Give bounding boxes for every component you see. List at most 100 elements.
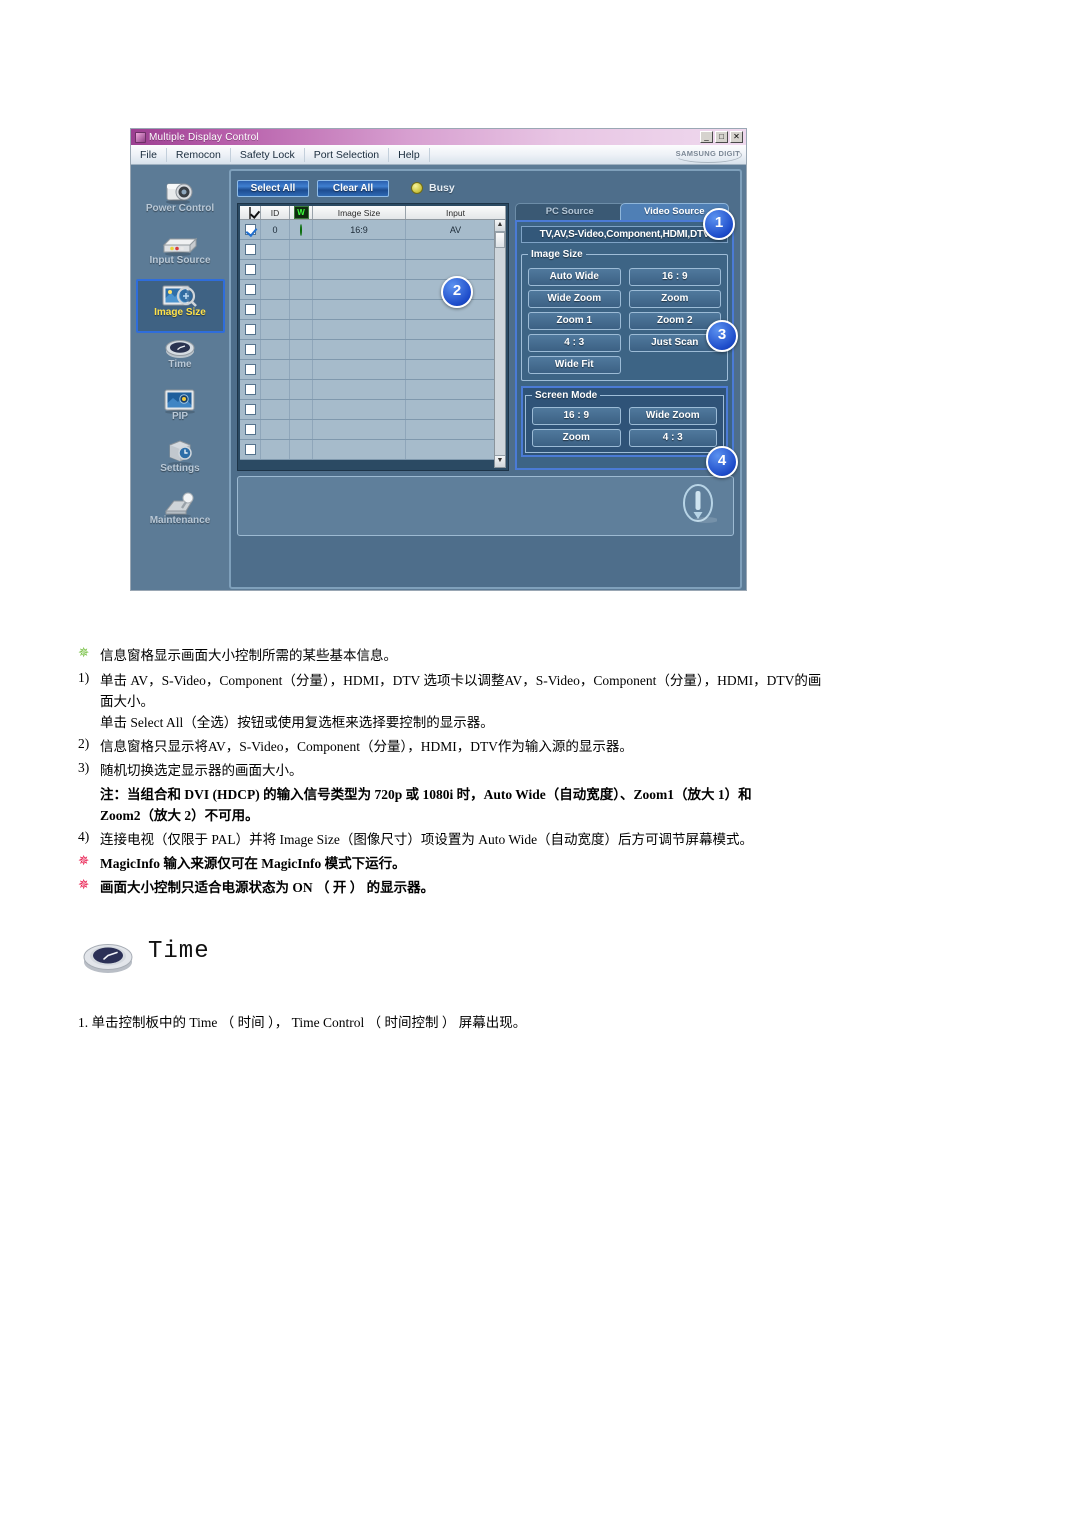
- row-power-cell: [289, 339, 313, 360]
- row-checkbox-icon[interactable]: [244, 444, 256, 455]
- menu-item-help[interactable]: Help: [389, 147, 430, 162]
- row-checkbox-icon[interactable]: [244, 364, 256, 375]
- multiple-display-control-window: Multiple Display Control _ □ ✕ File Remo…: [130, 128, 747, 591]
- row-checkbox-cell[interactable]: [240, 439, 261, 460]
- row-checkbox-cell[interactable]: [240, 399, 261, 420]
- row-checkbox-icon[interactable]: [244, 344, 256, 355]
- row-checkbox-cell[interactable]: [240, 379, 261, 400]
- row-checkbox-cell[interactable]: [240, 339, 261, 360]
- sidebar-item-image-size[interactable]: Image Size: [131, 279, 229, 333]
- row-checkbox-cell[interactable]: [240, 299, 261, 320]
- row-power-cell: [289, 319, 313, 340]
- table-row[interactable]: 0 16:9 AV: [240, 219, 506, 240]
- minimize-icon[interactable]: _: [700, 131, 713, 143]
- table-row[interactable]: [240, 419, 506, 440]
- bullet-note-3-text: 画面大小控制只适合电源状态为 ON （ 开 ） 的显示器。: [100, 880, 435, 895]
- sidebar-item-pip[interactable]: PIP: [131, 385, 229, 437]
- row-checkbox-cell[interactable]: [240, 239, 261, 260]
- screen-mode-zoom-button[interactable]: Zoom: [532, 429, 621, 447]
- row-power-cell: [289, 379, 313, 400]
- row-checkbox-cell[interactable]: [240, 359, 261, 380]
- row-checkbox-cell[interactable]: [240, 279, 261, 300]
- screen-mode-wide-zoom-button[interactable]: Wide Zoom: [628, 407, 717, 425]
- th-image-size: Image Size: [312, 206, 406, 220]
- row-checkbox-icon[interactable]: [244, 424, 256, 435]
- auto-wide-button[interactable]: Auto Wide: [528, 268, 621, 286]
- row-checkbox-cell[interactable]: [240, 259, 261, 280]
- select-all-button[interactable]: Select All: [237, 179, 309, 197]
- clear-all-button[interactable]: Clear All: [317, 179, 389, 197]
- row-checkbox-icon[interactable]: [244, 324, 256, 335]
- th-id: ID: [260, 206, 290, 220]
- table-row[interactable]: [240, 319, 506, 340]
- sixteen-nine-button[interactable]: 16 : 9: [628, 268, 721, 286]
- bullet-note-1-text: 信息窗格显示画面大小控制所需的某些基本信息。: [100, 648, 397, 663]
- list-item-2: 2) 信息窗格只显示将AV，S-Video，Component（分量），HDMI…: [78, 736, 998, 757]
- sidebar-item-time[interactable]: Time: [131, 333, 229, 385]
- sidebar-item-input-source[interactable]: Input Source: [131, 229, 229, 281]
- th-input: Input: [405, 206, 506, 220]
- row-checkbox-cell[interactable]: [240, 219, 261, 240]
- row-checkbox-icon[interactable]: [244, 304, 256, 315]
- scroll-down-icon[interactable]: ▼: [495, 455, 505, 467]
- wide-fit-button[interactable]: Wide Fit: [528, 356, 621, 374]
- table-row[interactable]: [240, 439, 506, 460]
- screen-mode-four-three-button[interactable]: 4 : 3: [628, 429, 717, 447]
- row-image-size: [312, 359, 406, 380]
- list-item-1-line-1: 单击 AV，S-Video，Component（分量），HDMI，DTV 选项卡…: [100, 673, 822, 688]
- zoom-1-button[interactable]: Zoom 1: [528, 312, 621, 330]
- th-power: W: [289, 206, 313, 220]
- row-power-cell: [289, 219, 313, 240]
- row-checkbox-icon[interactable]: [244, 284, 256, 295]
- list-item-1-marker: 1): [78, 670, 90, 685]
- menu-item-port-selection[interactable]: Port Selection: [305, 147, 390, 162]
- row-checkbox-icon[interactable]: [244, 404, 256, 415]
- row-power-cell: [289, 439, 313, 460]
- row-input: [405, 319, 506, 340]
- table-row[interactable]: [240, 239, 506, 260]
- screen-mode-sixteen-nine-button[interactable]: 16 : 9: [532, 407, 621, 425]
- window-controls[interactable]: _ □ ✕: [700, 131, 743, 143]
- four-three-button[interactable]: 4 : 3: [528, 334, 621, 352]
- tab-pc-source[interactable]: PC Source: [515, 203, 625, 220]
- row-image-size: [312, 239, 406, 260]
- sidebar-item-settings[interactable]: Settings: [131, 437, 229, 489]
- select-all-checkbox-icon[interactable]: [249, 206, 251, 219]
- table-row[interactable]: [240, 399, 506, 420]
- close-icon[interactable]: ✕: [730, 131, 743, 143]
- row-checkbox-icon[interactable]: [244, 244, 256, 255]
- row-checkbox-icon[interactable]: [244, 264, 256, 275]
- row-checkbox-cell[interactable]: [240, 319, 261, 340]
- row-id: [260, 239, 290, 260]
- screen-mode-row-2: Zoom 4 : 3: [532, 429, 717, 447]
- menu-item-file[interactable]: File: [131, 147, 167, 162]
- table-row[interactable]: [240, 339, 506, 360]
- table-scrollbar[interactable]: ▲ ▼: [494, 219, 506, 468]
- sidebar-item-power-control[interactable]: Power Control: [131, 177, 229, 229]
- row-input: [405, 359, 506, 380]
- th-select-all-checkbox[interactable]: [240, 206, 261, 220]
- scroll-up-icon[interactable]: ▲: [495, 220, 505, 232]
- row-image-size: 16:9: [312, 219, 406, 240]
- screen-mode-group: Screen Mode 16 : 9 Wide Zoom Zoom 4 : 3: [525, 390, 724, 453]
- time-step-1: 1. 单击控制板中的 Time （ 时间 ）， Time Control （ 时…: [78, 1015, 527, 1030]
- sidebar-item-label: Image Size: [154, 307, 206, 318]
- menu-item-remocon[interactable]: Remocon: [167, 147, 231, 162]
- table-row[interactable]: [240, 359, 506, 380]
- maximize-icon[interactable]: □: [715, 131, 728, 143]
- menu-item-safety-lock[interactable]: Safety Lock: [231, 147, 305, 162]
- table-row[interactable]: [240, 259, 506, 280]
- image-size-row-1: Auto Wide 16 : 9: [528, 268, 721, 286]
- row-checkbox-icon[interactable]: [244, 224, 256, 235]
- menubar: File Remocon Safety Lock Port Selection …: [131, 145, 746, 165]
- source-tabs: PC Source Video Source: [515, 203, 734, 220]
- row-id: [260, 379, 290, 400]
- scrollbar-thumb[interactable]: [495, 232, 505, 248]
- table-row[interactable]: [240, 379, 506, 400]
- image-size-row-3: Zoom 1 Zoom 2: [528, 312, 721, 330]
- wide-zoom-button[interactable]: Wide Zoom: [528, 290, 621, 308]
- sidebar-item-maintenance[interactable]: Maintenance: [131, 489, 229, 541]
- row-checkbox-cell[interactable]: [240, 419, 261, 440]
- zoom-button[interactable]: Zoom: [628, 290, 721, 308]
- row-checkbox-icon[interactable]: [244, 384, 256, 395]
